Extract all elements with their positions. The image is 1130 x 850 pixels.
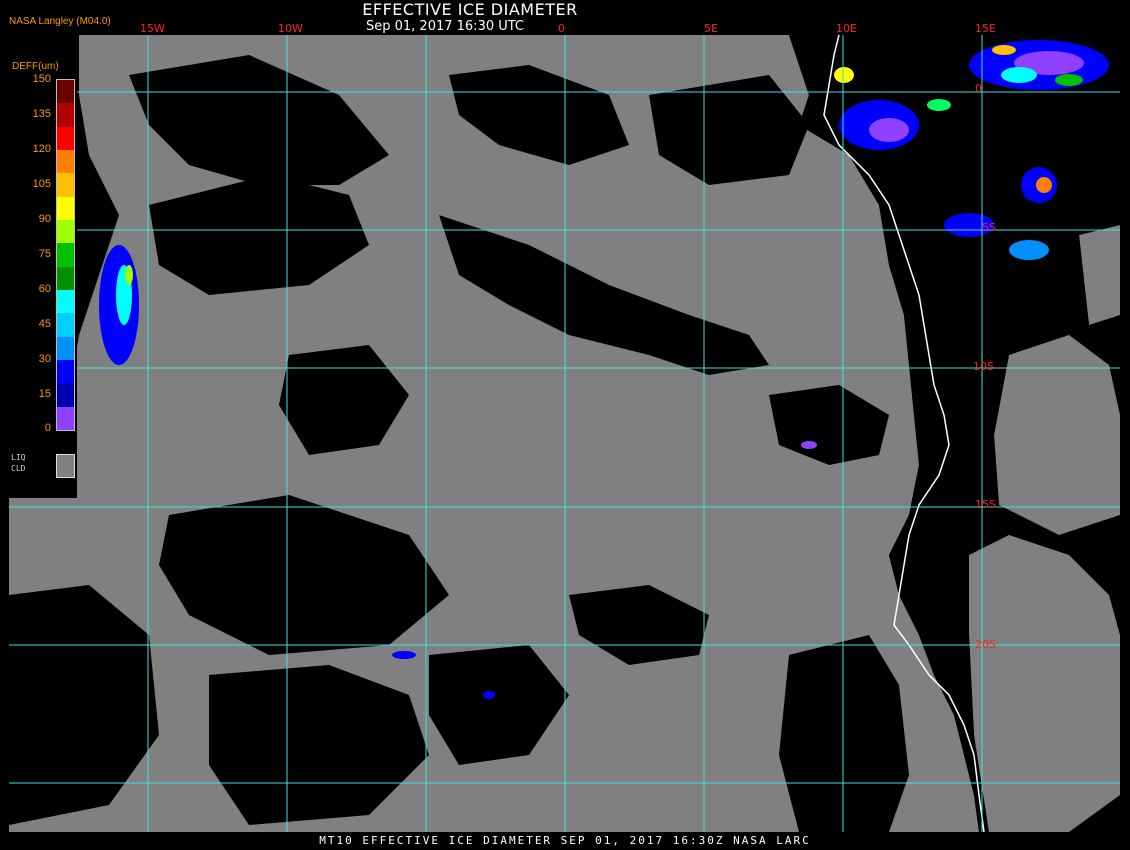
legend-tick-150: 150 [32,73,51,85]
legend-color-step [57,359,74,384]
legend-tick-135: 135 [32,108,51,120]
legend-color-step [57,103,74,127]
legend-color-step [57,266,74,290]
legend-color-step [57,383,74,407]
legend-color-step [57,406,74,430]
legend-color-step [57,173,74,197]
legend-color-step [57,336,74,360]
lon-label-10w: 10W [278,22,303,35]
legend-color-step [57,80,74,104]
lon-label-10e: 10E [836,22,857,35]
legend-title: DEFF(um) [12,61,59,72]
lon-label-5e: 5E [704,22,718,35]
color-legend: DEFF(um) 150 135 120 105 90 75 60 45 30 … [9,60,77,498]
legend-tick-60: 60 [38,283,51,295]
footer-caption: MT10 EFFECTIVE ICE DIAMETER SEP 01, 2017… [319,834,811,847]
legend-tick-30: 30 [38,353,51,365]
page-title: EFFECTIVE ICE DIAMETER [362,0,578,19]
lat-label-15s: 15S [975,498,996,511]
legend-tick-90: 90 [38,213,51,225]
page-subtitle: Sep 01, 2017 16:30 UTC [365,19,525,34]
legend-color-step [57,149,74,174]
map-canvas [9,34,1120,833]
lon-label-15w: 15W [140,22,165,35]
legend-colorbar [56,79,75,431]
legend-tick-75: 75 [38,248,51,260]
lat-label-20s: 20S [975,638,996,651]
legend-tick-0: 0 [44,422,51,434]
brand-label: NASA Langley (M04.0) [9,16,111,27]
legend-color-step [57,243,74,267]
cld-label: CLD [11,464,26,473]
legend-color-step [57,126,74,150]
legend-tick-120: 120 [32,143,51,155]
legend-color-step [57,196,74,220]
lat-label-10s: 10S [973,360,994,373]
liquid-cloud-swatch [56,454,75,478]
satellite-map [9,34,1120,833]
legend-color-step [57,219,74,244]
lon-label-0: 0 [558,22,565,35]
lat-label-0: 0 [975,82,982,95]
lon-label-15e: 15E [975,22,996,35]
legend-tick-15: 15 [38,388,51,400]
lat-label-5s: 5S [982,221,996,234]
legend-color-step [57,313,74,337]
liq-label: LIQ [11,453,26,462]
legend-tick-45: 45 [38,318,51,330]
legend-color-step [57,289,74,314]
legend-tick-105: 105 [32,178,51,190]
